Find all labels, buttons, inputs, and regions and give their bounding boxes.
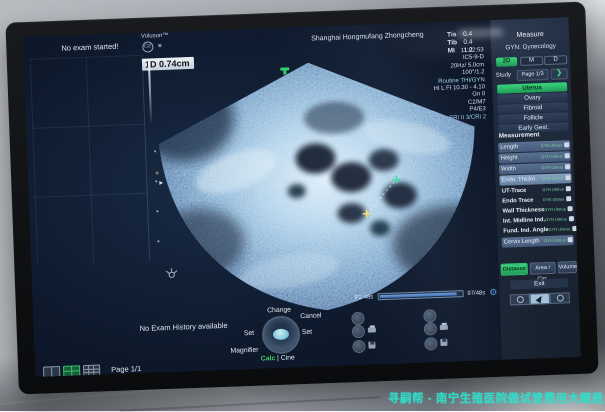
- checkbox-icon[interactable]: [564, 142, 569, 147]
- status-no-exam: No exam started!: [61, 42, 118, 53]
- desk-shadow: [120, 396, 380, 412]
- progress-left-label: P2 48s: [355, 294, 374, 301]
- area-circ-button[interactable]: Area / Circ.: [530, 262, 556, 275]
- measurement-row-length[interactable]: Length GYN Uterus: [498, 140, 570, 152]
- checkbox-icon[interactable]: [568, 237, 573, 242]
- watermark-text: 寻嗣帮 - 南宁生殖医院做试管费用大概是多少_南宁生: [388, 390, 605, 406]
- checkbox-icon[interactable]: [566, 196, 571, 201]
- row-tag: GYN Uterus: [542, 176, 566, 182]
- printer-icon: [368, 327, 376, 332]
- focus-marker-icon: +: [155, 170, 159, 177]
- knob-button[interactable]: [351, 312, 364, 325]
- ge-logo-dot: [158, 44, 161, 47]
- row-tag: GYN Uterus: [543, 197, 567, 203]
- depth-scale-dot: [154, 150, 156, 152]
- row-tag: GYN Uterus: [544, 238, 568, 244]
- checkbox-icon[interactable]: [565, 164, 570, 169]
- photo-background: No exam started! Voluson™ GE 1D 0.74cm S…: [0, 0, 605, 411]
- study-label: Study: [496, 72, 512, 79]
- trackball-label-calc-cine: Calc | Cine: [261, 354, 295, 362]
- depth-scale-dot: [156, 210, 158, 212]
- volume-button[interactable]: Volume: [558, 261, 577, 274]
- trackball-label-cancel: Cancel: [300, 312, 321, 320]
- row-tag: GYN Uterus: [548, 226, 572, 232]
- row-label: Int. Midline Ind.: [501, 217, 545, 225]
- trackball-widget[interactable]: [261, 315, 300, 354]
- row-label: Cervix Length: [502, 238, 540, 245]
- row-tag: GYN Uterus: [545, 216, 569, 222]
- distance-button[interactable]: Distance: [501, 263, 528, 276]
- cursor-icon[interactable]: [530, 293, 550, 305]
- trackball-label-set-left: Set: [244, 330, 254, 337]
- ge-logo-icon: GE: [142, 41, 153, 52]
- row-label: Wall Thickness: [501, 207, 545, 215]
- gear-icon[interactable]: ⚙: [489, 288, 497, 297]
- checkbox-icon[interactable]: [569, 216, 574, 221]
- page-indicator: Page 1/1: [111, 364, 141, 374]
- measurement-row-fund-angle[interactable]: Fund. Ind. Angle GYN Uterus: [501, 224, 573, 236]
- row-label: Length: [498, 144, 518, 151]
- depth-scale-dot: [157, 240, 159, 242]
- exam-history-status: No Exam History available: [140, 321, 228, 333]
- row-tag: GYN Uterus: [541, 165, 565, 171]
- measurement-row-cervix-length[interactable]: Cervix Length GYN Uterus: [502, 235, 574, 247]
- row-tag: GYN Uterus: [541, 143, 565, 149]
- row-tag: GYN Uterus: [541, 154, 565, 160]
- circle-icon[interactable]: [550, 292, 570, 304]
- depth-cursor-icon: ▶: [159, 180, 163, 186]
- screen-glare: [457, 28, 503, 39]
- trackball-label-set-right: Set: [302, 329, 312, 336]
- exit-button[interactable]: Exit: [510, 278, 568, 289]
- row-label: Width: [499, 166, 516, 173]
- row-label: Fund. Ind. Angle: [501, 227, 548, 235]
- measurement-row-endo-thickness[interactable]: Endo. Thickn. GYN Uterus: [499, 173, 571, 185]
- hospital-name: Shanghai Hongmufang Zhongcheng: [311, 31, 424, 42]
- knob-button[interactable]: [423, 309, 436, 322]
- study-page-button[interactable]: Page 1/3: [516, 69, 548, 81]
- pointer-mode-segmented-control: [510, 292, 570, 305]
- depth-scale-dot: [155, 180, 157, 182]
- row-label: Height: [499, 155, 518, 162]
- measurement-row-height[interactable]: Height GYN Uterus: [499, 151, 571, 163]
- checkbox-icon[interactable]: [572, 226, 577, 231]
- quad-view-icon[interactable]: [63, 365, 80, 377]
- mode-m-button[interactable]: M: [520, 56, 543, 66]
- trackball-icon: [273, 329, 289, 341]
- ultrasound-screen: No exam started! Voluson™ GE 1D 0.74cm S…: [23, 17, 581, 377]
- probe-icon: [163, 268, 179, 281]
- row-label: Endo Trace: [500, 197, 533, 204]
- multi-view-icon[interactable]: [83, 365, 100, 377]
- ultrasound-monitor: No exam started! Voluson™ GE 1D 0.74cm S…: [5, 1, 598, 394]
- clip-thumbnail-grid: [30, 55, 150, 265]
- row-label: Endo. Thickn.: [499, 176, 537, 183]
- knob-button[interactable]: [424, 337, 437, 350]
- ultrasound-image[interactable]: [142, 43, 484, 323]
- row-tag: GYN Uterus: [544, 207, 568, 213]
- checkbox-icon[interactable]: [566, 186, 571, 191]
- trackball-label-magnifier: Magnifier: [230, 347, 258, 355]
- panel-subtitle: GYN: Gynecology: [492, 42, 570, 52]
- knob-button[interactable]: [352, 325, 365, 338]
- row-label: UT-Trace: [500, 188, 527, 195]
- single-view-icon[interactable]: [43, 366, 60, 377]
- next-page-button[interactable]: ❯: [550, 68, 567, 80]
- measure-panel: Measure GYN: Gynecology 2D M D Study Pag…: [491, 17, 581, 360]
- checkbox-icon[interactable]: [565, 153, 570, 158]
- save-disk-icon: [440, 339, 447, 346]
- knob-button[interactable]: [352, 340, 365, 353]
- checkbox-icon[interactable]: [565, 175, 570, 180]
- progress-right-label: 97/48s: [467, 290, 485, 297]
- measurement-row-width[interactable]: Width GYN Uterus: [499, 162, 571, 174]
- measurement-header: Measurement: [499, 131, 540, 139]
- mode-d-button[interactable]: D: [544, 55, 567, 65]
- printer-icon: [440, 325, 448, 330]
- row-tag: GYN Uterus: [542, 187, 566, 193]
- clock-icon[interactable]: [510, 294, 530, 306]
- mode-2d-button[interactable]: 2D: [496, 57, 517, 67]
- save-disk-icon: [368, 341, 375, 348]
- checkbox-icon[interactable]: [568, 206, 573, 211]
- voluson-logo: Voluson™: [141, 33, 169, 40]
- knob-button[interactable]: [424, 322, 437, 335]
- probe-orientation-icon: [280, 67, 289, 70]
